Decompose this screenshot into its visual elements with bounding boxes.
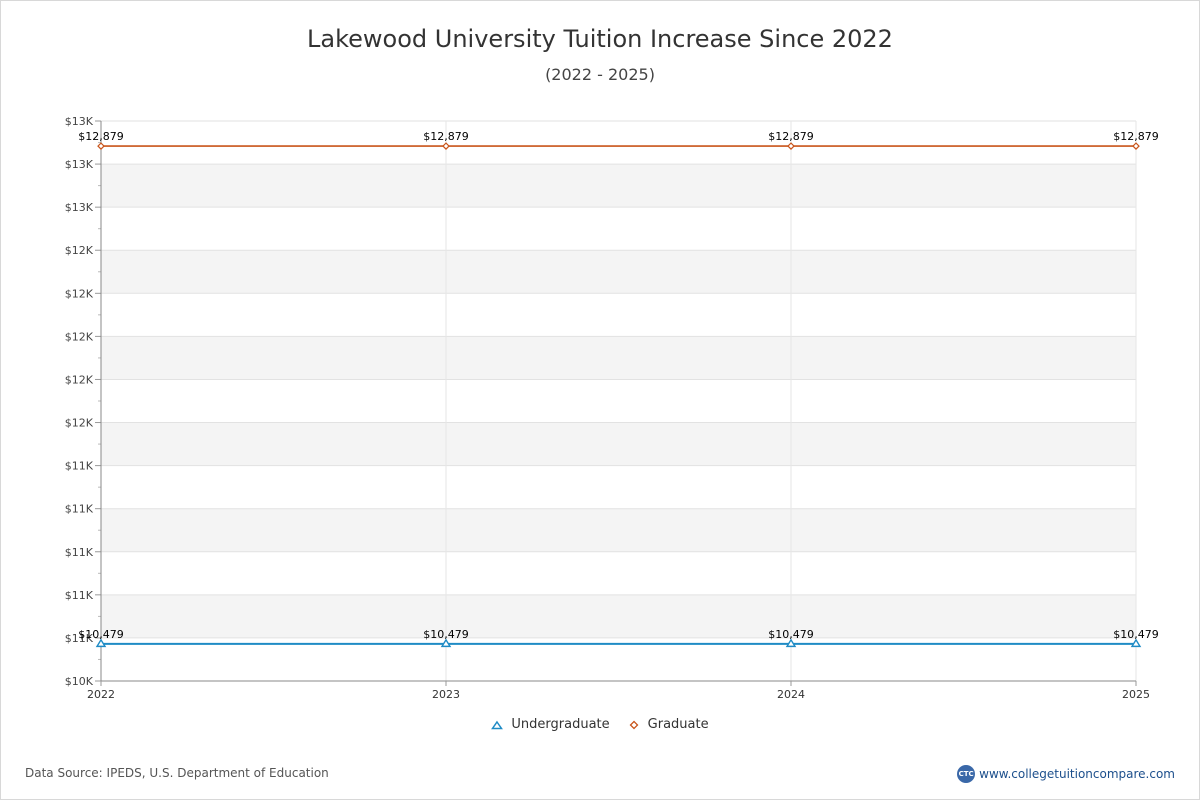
data-label-graduate: $12,879 xyxy=(768,130,814,143)
data-point-graduate xyxy=(1132,142,1140,150)
data-label-undergraduate: $10,479 xyxy=(768,628,814,641)
y-tick-label: $13K xyxy=(65,201,94,214)
site-link[interactable]: www.collegetuitioncompare.com xyxy=(979,767,1175,781)
data-label-graduate: $12,879 xyxy=(78,130,124,143)
x-tick-label: 2023 xyxy=(432,688,460,701)
y-tick-label: $12K xyxy=(65,373,94,386)
legend-item-undergraduate[interactable]: Undergraduate xyxy=(491,717,610,732)
x-tick-label: 2022 xyxy=(87,688,115,701)
grid-band xyxy=(101,164,1136,208)
data-point-graduate xyxy=(442,142,450,150)
x-tick-label: 2024 xyxy=(777,688,805,701)
grid-band xyxy=(101,508,1136,552)
y-tick-label: $11K xyxy=(65,460,94,473)
y-tick-label: $11K xyxy=(65,546,94,559)
y-tick-label: $12K xyxy=(65,330,94,343)
data-label-graduate: $12,879 xyxy=(423,130,469,143)
y-tick-label: $11K xyxy=(65,503,94,516)
y-tick-label: $13K xyxy=(65,158,94,171)
triangle-marker-icon xyxy=(491,720,504,729)
data-label-undergraduate: $10,479 xyxy=(78,628,124,641)
x-tick-label: 2025 xyxy=(1122,688,1150,701)
chart-frame: Lakewood University Tuition Increase Sin… xyxy=(0,0,1200,800)
grid-band xyxy=(101,594,1136,638)
data-label-graduate: $12,879 xyxy=(1113,130,1159,143)
y-tick-label: $12K xyxy=(65,417,94,430)
diamond-marker-icon xyxy=(629,720,639,729)
grid-band xyxy=(101,422,1136,466)
legend-label-undergraduate: Undergraduate xyxy=(511,717,610,732)
grid-band xyxy=(101,336,1136,380)
data-point-graduate xyxy=(97,142,105,150)
data-label-undergraduate: $10,479 xyxy=(423,628,469,641)
data-point-graduate xyxy=(787,142,795,150)
line-chart: $10K$11K$11K$11K$11K$11K$12K$12K$12K$12K… xyxy=(65,115,1159,701)
y-tick-label: $11K xyxy=(65,589,94,602)
legend-item-graduate[interactable]: Graduate xyxy=(628,717,709,732)
ctc-logo-icon: CTC xyxy=(957,765,976,783)
legend-label-graduate: Graduate xyxy=(647,717,709,732)
data-source-note: Data Source: IPEDS, U.S. Department of E… xyxy=(25,766,329,780)
site-credit[interactable]: CTC www.collegetuitioncompare.com xyxy=(957,765,1175,783)
y-tick-label: $12K xyxy=(65,244,94,257)
y-tick-label: $12K xyxy=(65,287,94,300)
grid-band xyxy=(101,250,1136,294)
y-tick-label: $13K xyxy=(65,115,94,128)
y-tick-label: $10K xyxy=(65,675,94,688)
chart-legend: Undergraduate Graduate xyxy=(1,717,1199,732)
data-label-undergraduate: $10,479 xyxy=(1113,628,1159,641)
